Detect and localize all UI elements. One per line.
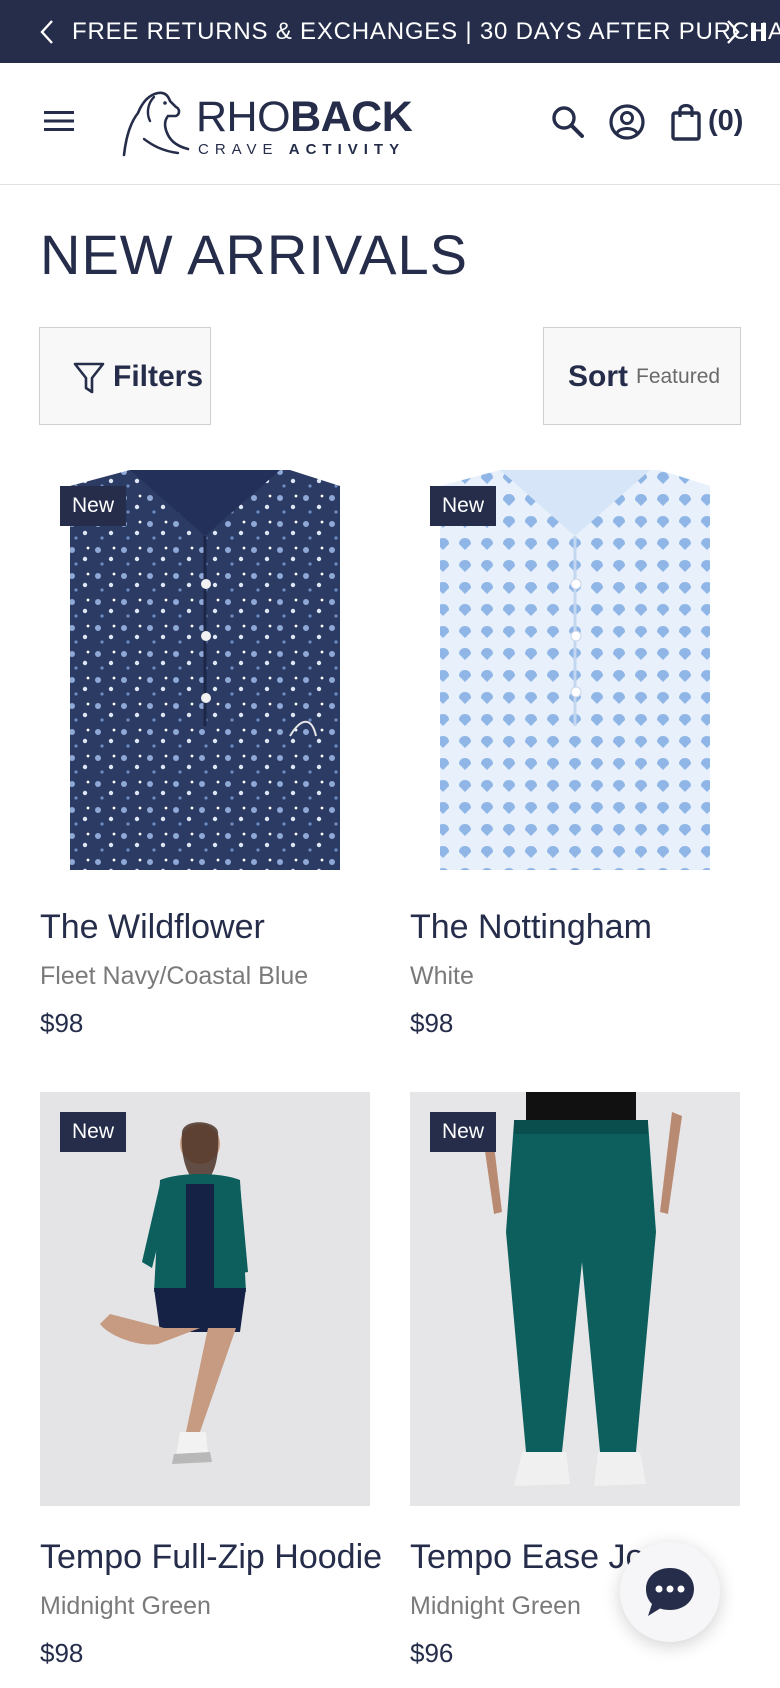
chevron-left-icon[interactable] <box>36 18 60 46</box>
page-title: NEW ARRIVALS <box>40 223 468 286</box>
brand-tagline-light: CRAVE <box>198 141 279 158</box>
product-image[interactable]: New <box>410 466 740 870</box>
product-price: $98 <box>40 1008 84 1038</box>
new-badge: New <box>430 1112 497 1152</box>
chat-button[interactable] <box>620 1542 720 1642</box>
cart-button[interactable]: (0) <box>670 101 770 143</box>
product-color: Midnight Green <box>40 1592 211 1620</box>
product-price: $96 <box>410 1638 454 1668</box>
new-badge: New <box>60 1112 127 1152</box>
filter-icon <box>73 362 105 394</box>
sort-value: Featured <box>636 365 721 388</box>
filters-label: Filters <box>113 360 204 393</box>
chevron-right-icon[interactable] <box>720 18 744 46</box>
brand-wordmark: RHOBACK <box>196 93 413 142</box>
product-price: $98 <box>410 1008 454 1038</box>
site-header: RHOBACK CRAVE ACTIVITY (0) <box>0 63 780 185</box>
product-card[interactable]: New Tempo Full-Zip Hoodie Midnight Green… <box>40 1092 382 1672</box>
filters-button[interactable]: Filters <box>39 327 211 425</box>
brand-name-bold: BACK <box>290 93 413 141</box>
brand-tagline: CRAVE ACTIVITY <box>198 141 405 158</box>
brand-logo[interactable]: RHOBACK CRAVE ACTIVITY <box>118 85 413 161</box>
sort-label: Sort <box>568 360 628 393</box>
new-badge: New <box>430 486 497 526</box>
sort-button[interactable]: Sort Featured <box>543 327 741 425</box>
account-icon[interactable] <box>608 103 646 141</box>
pause-icon[interactable] <box>748 21 770 43</box>
search-icon[interactable] <box>550 104 586 140</box>
hoodie-model-image <box>100 1122 248 1464</box>
chat-icon <box>646 1568 694 1616</box>
dog-logo-icon <box>122 91 190 157</box>
cart-count: (0) <box>708 105 744 137</box>
product-color: Midnight Green <box>410 1592 581 1620</box>
announcement-text[interactable]: FREE RETURNS & EXCHANGES | 30 DAYS AFTER… <box>72 0 780 63</box>
product-name[interactable]: The Nottingham <box>410 908 652 947</box>
product-card[interactable]: New The Nottingham White $98 <box>410 466 740 1046</box>
product-image[interactable]: New <box>40 466 370 870</box>
product-card[interactable]: New The Wildflower Fleet Navy/Coastal Bl… <box>40 466 370 1046</box>
wildflower-polo-image <box>70 470 340 870</box>
product-name[interactable]: The Wildflower <box>40 908 265 947</box>
product-color: Fleet Navy/Coastal Blue <box>40 962 309 990</box>
brand-name-light: RHO <box>196 93 291 141</box>
menu-icon[interactable] <box>42 107 76 135</box>
product-image[interactable]: New <box>410 1092 740 1506</box>
new-badge: New <box>60 486 127 526</box>
jogger-model-image <box>480 1092 682 1486</box>
product-price: $98 <box>40 1638 84 1668</box>
product-image[interactable]: New <box>40 1092 370 1506</box>
product-color: White <box>410 962 474 990</box>
brand-tagline-bold: ACTIVITY <box>288 141 406 158</box>
announcement-bar: FREE RETURNS & EXCHANGES | 30 DAYS AFTER… <box>0 0 780 63</box>
nottingham-polo-image <box>440 470 710 870</box>
product-name[interactable]: Tempo Full-Zip Hoodie <box>40 1538 382 1577</box>
bag-icon <box>671 103 701 141</box>
